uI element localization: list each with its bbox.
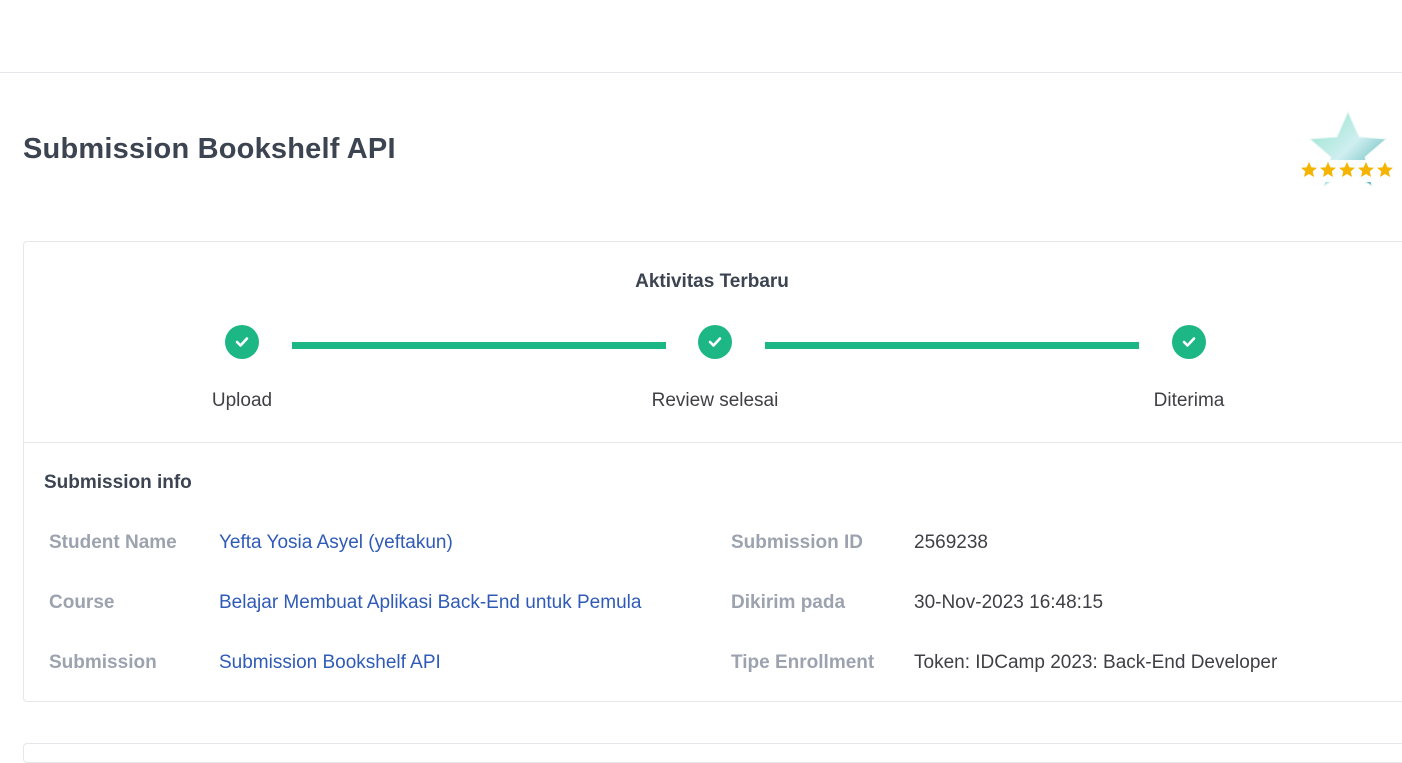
submission-id-value: 2569238 [914,532,988,553]
enrollment-type-label: Tipe Enrollment [731,652,875,673]
activity-title: Aktivitas Terbaru [635,271,789,292]
progress-line-1 [292,342,666,349]
check-icon [1182,337,1196,347]
course-link[interactable]: Belajar Membuat Aplikasi Back-End untuk … [219,592,641,614]
check-icon [235,337,249,347]
step-upload-indicator [225,325,259,359]
course-label: Course [49,592,115,613]
check-icon [708,337,722,347]
step-accepted-indicator [1172,325,1206,359]
page-title: Submission Bookshelf API [23,133,396,165]
step-accepted-label: Diterima [1153,390,1225,411]
star-rating-badge [1296,110,1402,194]
enrollment-type-value: Token: IDCamp 2023: Back-End Developer [914,652,1278,673]
submission-card: Aktivitas Terbaru Upload Review selesai … [23,241,1402,702]
submission-label: Submission [49,652,157,673]
submission-id-label: Submission ID [731,532,863,553]
step-review-indicator [698,325,732,359]
submission-link[interactable]: Submission Bookshelf API [219,652,441,674]
student-name-label: Student Name [49,532,177,553]
submission-info-title: Submission info [44,472,192,493]
progress-line-2 [765,342,1139,349]
top-navbar [0,0,1402,73]
star-badge-icon [1298,110,1400,188]
step-review-label: Review selesai [651,390,779,411]
next-card [23,743,1402,763]
card-divider [24,442,1402,443]
sent-at-label: Dikirim pada [731,592,846,613]
step-upload-label: Upload [211,390,273,411]
student-name-link[interactable]: Yefta Yosia Asyel (yeftakun) [219,532,453,554]
sent-at-value: 30-Nov-2023 16:48:15 [914,592,1104,613]
